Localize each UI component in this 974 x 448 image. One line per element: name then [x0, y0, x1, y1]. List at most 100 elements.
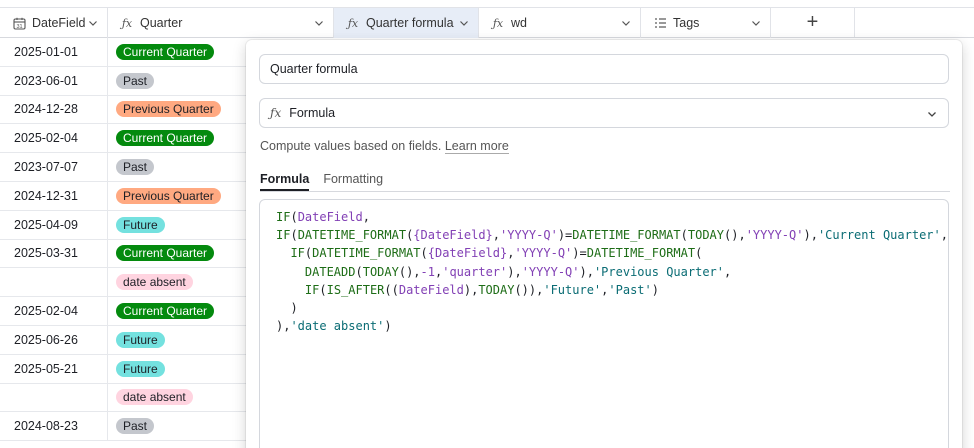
table-row[interactable]: 2025-05-21 Future [0, 354, 260, 384]
column-header-tags[interactable]: Tags [641, 8, 771, 38]
quarter-cell[interactable]: Future [108, 355, 260, 383]
quarter-pill: date absent [116, 389, 193, 406]
description-text: Compute values based on fields. [260, 139, 442, 153]
quarter-cell[interactable]: Past [108, 153, 260, 181]
date-cell[interactable]: 2024-12-28 [0, 95, 108, 124]
date-cell[interactable]: 2024-12-31 [0, 181, 108, 210]
formula-icon: ƒx [270, 106, 282, 120]
table-row[interactable]: 2025-03-31 Current Quarter [0, 239, 260, 269]
date-cell[interactable]: 2024-08-23 [0, 412, 108, 441]
quarter-pill: Current Quarter [116, 130, 215, 147]
date-cell[interactable] [0, 383, 108, 412]
chevron-down-icon[interactable] [87, 17, 99, 29]
chevron-down-icon[interactable] [620, 17, 632, 29]
date-cell[interactable]: 2025-03-31 [0, 239, 108, 268]
quarter-pill: Future [116, 360, 165, 377]
quarter-pill: Current Quarter [116, 303, 215, 320]
panel-tabs: Formula Formatting [260, 172, 950, 192]
formula-line: IF(DateField, [276, 210, 370, 224]
column-header-label: Quarter [140, 16, 183, 30]
date-cell[interactable]: 2025-06-26 [0, 325, 108, 354]
table-row[interactable]: 2023-07-07 Past [0, 153, 260, 182]
chevron-down-icon[interactable] [458, 17, 470, 29]
top-strip [0, 0, 974, 8]
quarter-cell[interactable]: date absent [108, 384, 260, 412]
field-type-select[interactable]: ƒx Formula [259, 98, 949, 128]
formula-icon: ƒx [347, 16, 359, 30]
field-name-value: Quarter formula [270, 62, 358, 76]
chevron-down-icon[interactable] [313, 17, 325, 29]
quarter-cell[interactable]: Current Quarter [108, 297, 260, 325]
formula-icon: ƒx [492, 16, 504, 30]
table-row[interactable]: 2023-06-01 Past [0, 66, 260, 96]
plus-icon: + [806, 11, 819, 33]
date-cell[interactable]: 2025-04-09 [0, 210, 108, 239]
calendar-icon: 31 [12, 16, 26, 30]
date-cell[interactable]: 2023-07-07 [0, 153, 108, 181]
formula-line: ) [276, 301, 298, 316]
column-header-label: Quarter formula [366, 16, 454, 30]
multiselect-icon [653, 16, 667, 30]
svg-text:31: 31 [16, 23, 22, 29]
column-header-wd[interactable]: ƒx wd [479, 8, 641, 38]
table-row[interactable]: 2024-12-28 Previous Quarter [0, 95, 260, 125]
chevron-down-icon[interactable] [750, 17, 762, 29]
chevron-down-icon [928, 112, 936, 117]
date-cell[interactable] [0, 268, 108, 297]
formula-line: ),'date absent') [276, 319, 392, 334]
formula-line: IF(DATETIME_FORMAT({DateField},'YYYY-Q')… [290, 246, 703, 261]
formula-line: IF(IS_AFTER((DateField),TODAY()),'Future… [304, 282, 659, 297]
formula-icon: ƒx [121, 16, 133, 30]
table-row[interactable]: 2025-02-04 Current Quarter [0, 297, 260, 326]
column-header-label: DateField [32, 16, 86, 30]
quarter-pill: date absent [116, 274, 193, 291]
learn-more-link[interactable]: Learn more [444, 139, 509, 154]
quarter-pill: Past [116, 418, 155, 435]
quarter-cell[interactable]: Previous Quarter [108, 182, 260, 210]
quarter-cell[interactable]: Previous Quarter [108, 96, 260, 124]
quarter-cell[interactable]: Current Quarter [108, 124, 260, 152]
quarter-cell[interactable]: Current Quarter [108, 38, 260, 66]
column-header-quarter-formula[interactable]: ƒx Quarter formula [334, 8, 479, 38]
table-row[interactable]: 2025-04-09 Future [0, 210, 260, 240]
quarter-pill: Future [116, 216, 165, 233]
date-cell[interactable]: 2025-02-04 [0, 297, 108, 325]
formula-line: DATEADD(TODAY(),-1,'quarter'),'YYYY-Q'),… [304, 264, 732, 279]
table-row[interactable]: 2024-08-23 Past [0, 412, 260, 442]
tab-formatting[interactable]: Formatting [323, 172, 383, 191]
column-header-datefield[interactable]: 31 DateField [0, 8, 108, 38]
quarter-pill: Previous Quarter [116, 101, 221, 118]
table-row[interactable]: 2024-12-31 Previous Quarter [0, 181, 260, 211]
quarter-pill: Past [116, 72, 155, 89]
table-header: 31 DateField ƒx Quarter ƒx Quarter formu… [0, 8, 974, 38]
date-cell[interactable]: 2025-01-01 [0, 38, 108, 66]
date-cell[interactable]: 2023-06-01 [0, 66, 108, 95]
date-cell[interactable]: 2025-05-21 [0, 354, 108, 383]
tab-formula[interactable]: Formula [260, 172, 310, 191]
table-row[interactable]: 2025-06-26 Future [0, 325, 260, 355]
field-name-input[interactable]: Quarter formula [259, 54, 949, 84]
field-description: Compute values based on fields. Learn mo… [260, 139, 509, 154]
table-row[interactable]: 2025-01-01 Current Quarter [0, 38, 260, 67]
column-header-quarter[interactable]: ƒx Quarter [108, 8, 334, 38]
add-column-button[interactable]: + [771, 8, 855, 37]
column-header-label: Tags [673, 16, 700, 30]
quarter-cell[interactable]: Past [108, 67, 260, 95]
formula-editor[interactable]: IF(DateField, IF(DATETIME_FORMAT({DateFie… [259, 199, 949, 448]
table-row[interactable]: date absent [0, 268, 260, 298]
date-cell[interactable]: 2025-02-04 [0, 124, 108, 153]
table-row[interactable]: 2025-02-04 Current Quarter [0, 124, 260, 154]
quarter-pill: Future [116, 331, 165, 348]
field-config-panel: Quarter formula ƒx Formula Compute value… [246, 40, 962, 448]
quarter-cell[interactable]: date absent [108, 268, 260, 296]
quarter-pill: Current Quarter [116, 43, 215, 60]
quarter-cell[interactable]: Future [108, 326, 260, 354]
quarter-pill: Previous Quarter [116, 187, 221, 204]
quarter-cell[interactable]: Future [108, 211, 260, 239]
quarter-pill: Past [116, 159, 155, 176]
quarter-cell[interactable]: Past [108, 412, 260, 440]
table-row[interactable]: date absent [0, 383, 260, 413]
quarter-cell[interactable]: Current Quarter [108, 240, 260, 268]
table-rows: 2025-01-01 Current Quarter 2023-06-01 Past 2… [0, 38, 260, 442]
column-header-label: wd [511, 16, 527, 30]
